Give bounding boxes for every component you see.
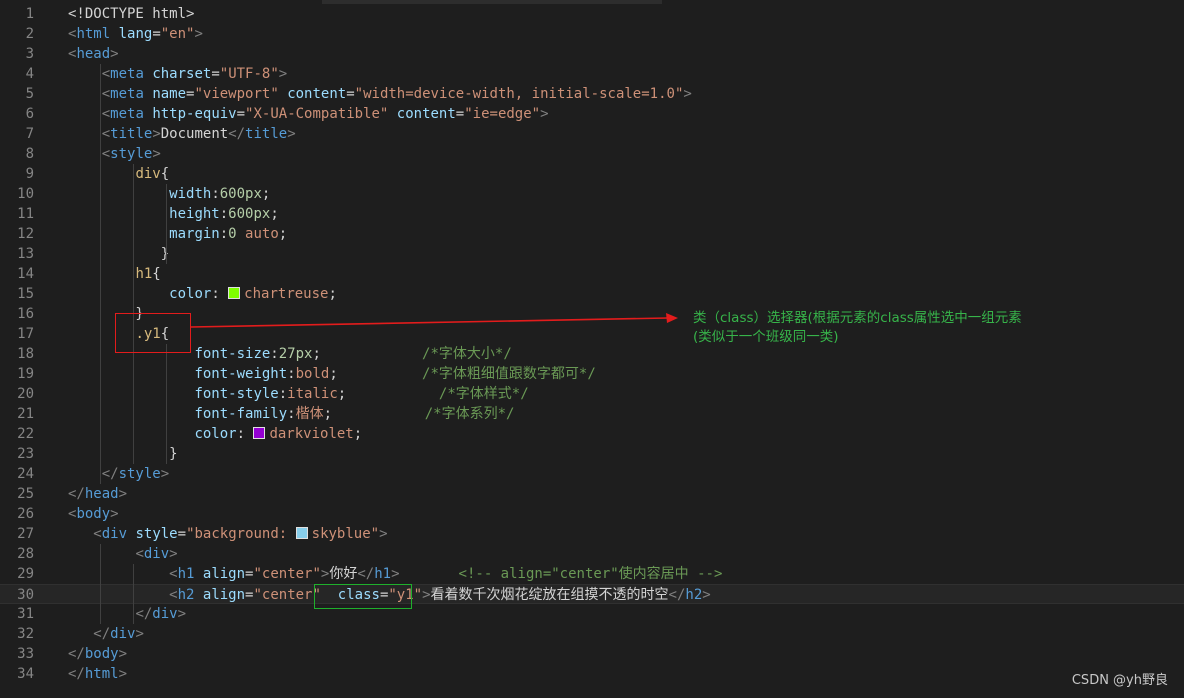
arrow-line xyxy=(190,317,669,328)
arrow-head xyxy=(666,313,678,323)
annotation-note-line-2: (类似于一个班级同一类) xyxy=(693,329,839,345)
y1-selector-highlight-box xyxy=(115,313,191,353)
code-editor[interactable]: 1 <!DOCTYPE html> 2 <html lang="en"> 3 <head>… xyxy=(0,0,1184,698)
watermark: CSDN @yh野良 xyxy=(1071,673,1168,688)
class-attribute-highlight-box xyxy=(314,584,412,609)
annotation-note: 类（class）选择器(根据元素的class属性选中一组元素 (类似于一个班级同… xyxy=(693,309,1022,347)
annotation-note-line-1: 类（class）选择器(根据元素的class属性选中一组元素 xyxy=(693,310,1022,326)
